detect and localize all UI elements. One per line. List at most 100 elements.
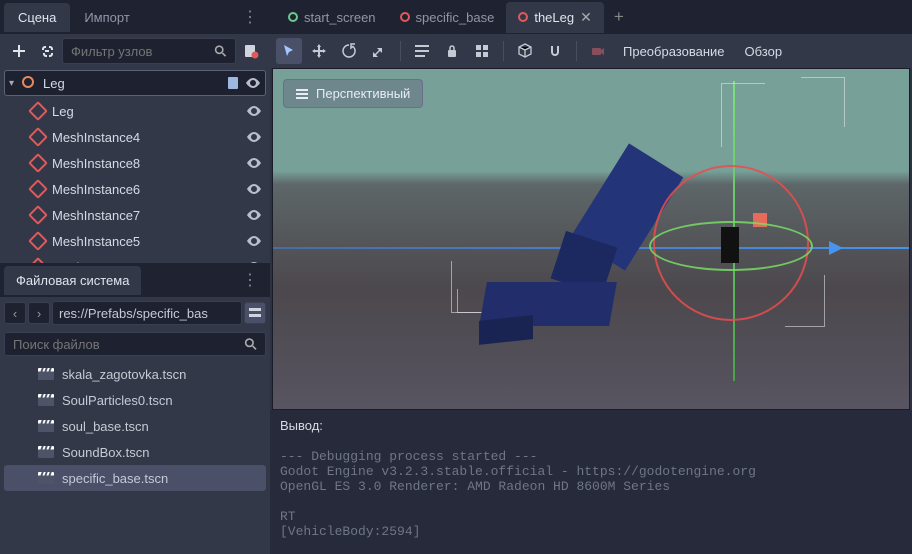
snap-list-tool[interactable]	[409, 38, 435, 64]
file-row[interactable]: SoundBox.tscn	[4, 439, 266, 465]
path-input[interactable]: res://Prefabs/specific_bas	[52, 301, 242, 325]
lock-tool[interactable]	[439, 38, 465, 64]
tab-scene[interactable]: Сцена	[4, 3, 70, 32]
tab-filesystem[interactable]: Файловая система	[4, 266, 141, 295]
scene-status-icon	[400, 12, 410, 22]
group-tool[interactable]	[469, 38, 495, 64]
file-name: skala_zagotovka.tscn	[62, 367, 186, 382]
mesh-node-icon	[30, 181, 46, 197]
mesh-node-icon	[30, 103, 46, 119]
tree-root-row[interactable]: ▾ Leg	[4, 70, 266, 96]
script-warning-icon	[243, 43, 259, 59]
file-name: soul_base.tscn	[62, 419, 149, 434]
scale-icon	[371, 43, 387, 59]
viewport-scene	[273, 69, 909, 409]
file-row[interactable]: SoulParticles0.tscn	[4, 387, 266, 413]
grid-small-icon	[475, 44, 489, 58]
tree-node-row[interactable]: MeshInstance6	[4, 176, 266, 202]
tree-node-row[interactable]: MeshInstance4	[4, 124, 266, 150]
file-name: SoulParticles0.tscn	[62, 393, 173, 408]
visibility-toggle-icon[interactable]	[246, 259, 262, 263]
visibility-toggle-icon[interactable]	[246, 129, 262, 145]
editor-tab[interactable]: theLeg✕	[506, 2, 604, 33]
separator	[503, 41, 504, 61]
list-icon	[415, 44, 429, 58]
filesystem-menu-icon[interactable]: ⋮	[234, 270, 266, 290]
tree-node-row[interactable]: MeshInstance9	[4, 254, 266, 263]
tree-node-row[interactable]: MeshInstance7	[4, 202, 266, 228]
tab-label: specific_base	[416, 10, 495, 25]
select-tool[interactable]	[276, 38, 302, 64]
scene-file-icon	[38, 368, 54, 380]
tree-node-row[interactable]: Leg	[4, 98, 266, 124]
cube-tool[interactable]	[512, 38, 538, 64]
mesh-node-icon	[30, 259, 46, 263]
node-label: MeshInstance9	[52, 260, 246, 264]
output-log[interactable]: --- Debugging process started --- Godot …	[270, 441, 912, 554]
viewport-toolbar: Преобразование Обзор	[270, 34, 912, 68]
node-label: MeshInstance6	[52, 182, 246, 197]
collapse-icon[interactable]: ▾	[9, 78, 21, 89]
plus-icon	[11, 43, 27, 59]
file-search-input[interactable]	[4, 332, 266, 356]
scene-toolbar	[0, 34, 270, 68]
editor-tab[interactable]: start_screen	[276, 3, 388, 32]
visibility-toggle-icon[interactable]	[246, 103, 262, 119]
visibility-toggle-icon[interactable]	[245, 75, 261, 91]
node-label: MeshInstance4	[52, 130, 246, 145]
move-icon	[311, 43, 327, 59]
camera-icon	[590, 43, 606, 59]
editor-tab[interactable]: specific_base	[388, 3, 507, 32]
lock-icon	[445, 44, 459, 58]
file-name: specific_base.tscn	[62, 471, 168, 486]
scale-tool[interactable]	[366, 38, 392, 64]
scene-settings-button[interactable]	[238, 38, 264, 64]
script-attach-icon[interactable]	[227, 76, 241, 90]
mesh-node-icon	[30, 155, 46, 171]
new-tab-button[interactable]: +	[604, 1, 634, 33]
move-tool[interactable]	[306, 38, 332, 64]
list-view-icon	[249, 307, 261, 319]
file-row[interactable]: specific_base.tscn	[4, 465, 266, 491]
rotate-tool[interactable]	[336, 38, 362, 64]
snap-tool[interactable]	[542, 38, 568, 64]
node-label: Leg	[43, 76, 227, 91]
output-title: Вывод:	[270, 410, 912, 441]
filesystem-search-bar	[0, 329, 270, 359]
nav-back-button[interactable]: ‹	[4, 302, 26, 324]
separator	[576, 41, 577, 61]
file-row[interactable]: skala_zagotovka.tscn	[4, 361, 266, 387]
scene-tree: ▾ Leg Leg MeshInstance4 MeshInstance8 MeshI…	[0, 68, 270, 263]
tree-node-row[interactable]: MeshInstance8	[4, 150, 266, 176]
visibility-toggle-icon[interactable]	[246, 233, 262, 249]
camera-override-tool[interactable]	[585, 38, 611, 64]
cursor-icon	[281, 43, 297, 59]
view-mode-toggle[interactable]	[244, 302, 266, 324]
editor-tabs: start_screen specific_base theLeg✕+	[270, 0, 912, 34]
scene-file-icon	[38, 446, 54, 458]
transform-menu[interactable]: Преобразование	[615, 44, 733, 59]
visibility-toggle-icon[interactable]	[246, 207, 262, 223]
link-node-button[interactable]	[34, 38, 60, 64]
file-row[interactable]: soul_base.tscn	[4, 413, 266, 439]
scene-file-icon	[38, 420, 54, 432]
view-menu[interactable]: Обзор	[737, 44, 791, 59]
visibility-toggle-icon[interactable]	[246, 181, 262, 197]
file-tree: skala_zagotovka.tscn SoulParticles0.tscn s…	[0, 359, 270, 554]
cube-icon	[517, 43, 533, 59]
search-icon	[244, 337, 257, 351]
tree-node-row[interactable]: MeshInstance5	[4, 228, 266, 254]
mesh-node-icon	[30, 233, 46, 249]
rotation-gizmo-green	[649, 221, 813, 271]
close-tab-icon[interactable]: ✕	[580, 9, 592, 26]
projection-badge[interactable]: Перспективный	[283, 79, 423, 108]
tab-import[interactable]: Импорт	[70, 3, 143, 32]
visibility-toggle-icon[interactable]	[246, 155, 262, 171]
mesh-node-icon	[30, 207, 46, 223]
3d-viewport[interactable]: Перспективный	[272, 68, 910, 410]
filter-nodes-input[interactable]	[62, 38, 236, 64]
scene-tabs-menu-icon[interactable]: ⋮	[234, 7, 266, 27]
add-node-button[interactable]	[6, 38, 32, 64]
nav-forward-button[interactable]: ›	[28, 302, 50, 324]
search-icon	[214, 44, 227, 58]
